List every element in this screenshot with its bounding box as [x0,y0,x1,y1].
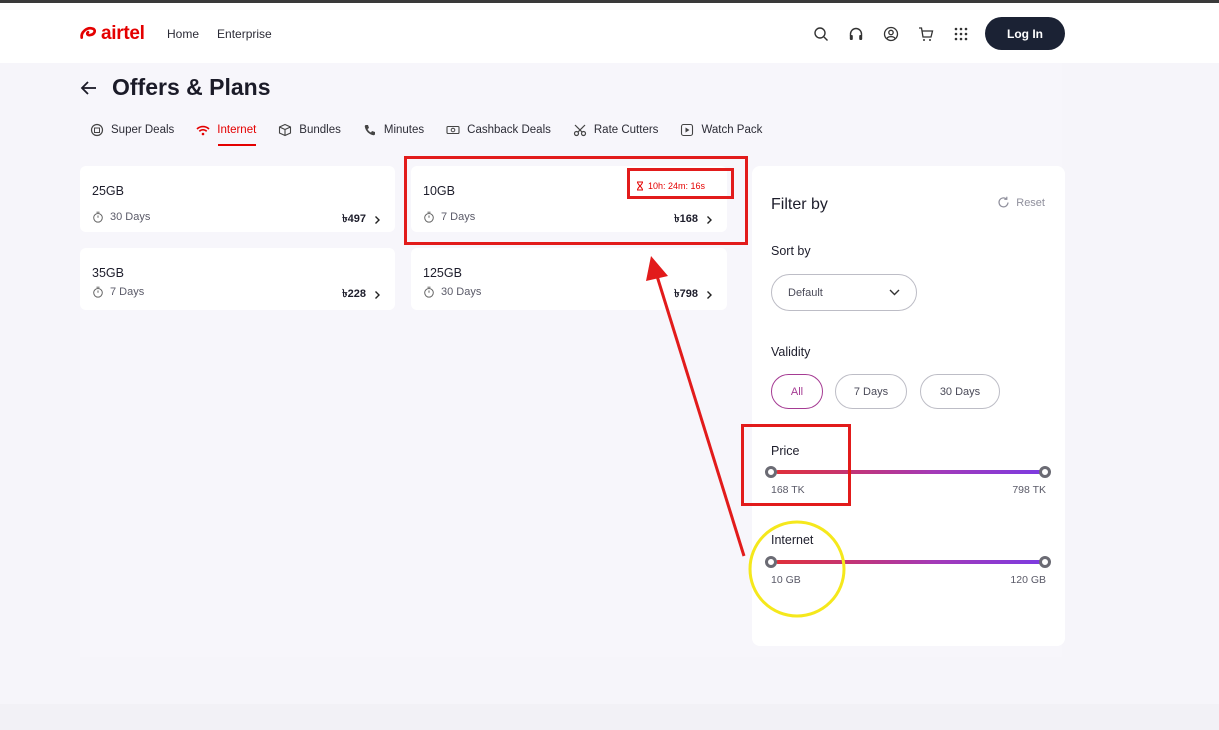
nav-home[interactable]: Home [167,27,199,41]
cash-icon [446,125,460,135]
plan-card-25gb[interactable]: 25GB 30 Days ৳497 [80,166,395,232]
site-header: airtel Home Enterprise Log In [0,3,1219,63]
tab-label: Internet [217,124,257,136]
plan-days: 30 Days [441,286,482,298]
validity-label: Validity [771,345,811,359]
filter-title: Filter by [771,196,828,213]
price-max-value: 798 TK [1012,484,1046,496]
back-arrow-icon[interactable] [80,79,98,97]
tab-label: Bundles [299,124,341,136]
tab-label: Rate Cutters [593,124,659,136]
annotation-box-timer [627,168,734,199]
tab-label: Cashback Deals [467,124,551,136]
page-title: Offers & Plans [112,74,271,100]
plan-days: 30 Days [110,211,151,223]
chevron-right-icon [707,290,712,299]
refresh-icon [998,196,1009,208]
tab-super-deals[interactable]: Super Deals [90,121,174,139]
sort-dropdown[interactable]: Default [771,274,917,311]
plan-volume: 35GB [92,266,124,280]
plan-validity: 30 Days [423,286,481,298]
logo-text: airtel [101,23,145,44]
internet-min-value: 10 GB [771,574,801,586]
scissors-icon [573,124,586,137]
sort-value: Default [788,286,823,299]
validity-option-all[interactable]: All [771,374,823,409]
plan-days: 7 Days [110,286,145,298]
apps-grid-icon[interactable] [952,25,970,43]
stopwatch-icon [424,286,434,298]
stopwatch-icon [93,286,103,298]
tab-watch-pack[interactable]: Watch Pack [680,121,762,139]
tab-bundles[interactable]: Bundles [278,121,341,139]
internet-slider-max-handle[interactable] [1039,556,1051,568]
plan-price: ৳798 [674,285,713,304]
sort-by-label: Sort by [771,244,811,258]
tab-internet[interactable]: Internet [196,121,257,146]
plan-volume: 25GB [92,184,124,198]
internet-max-value: 120 GB [1010,574,1046,586]
page-footer-band [0,704,1219,730]
plan-validity: 30 Days [92,211,150,223]
airtel-logo[interactable]: airtel [79,23,145,45]
main-nav: Home Enterprise [167,27,272,41]
search-icon[interactable] [812,25,830,43]
plan-price-value: ৳228 [342,288,366,300]
annotation-box-price [741,424,851,506]
login-button[interactable]: Log In [985,17,1065,50]
airtel-swoosh-icon [80,26,97,39]
plan-card-35gb[interactable]: 35GB 7 Days ৳228 [80,248,395,310]
validity-option-7-days[interactable]: 7 Days [835,374,907,409]
internet-label: Internet [771,533,814,547]
play-icon [681,123,694,137]
tab-label: Super Deals [111,124,175,136]
plan-price-value: ৳497 [342,213,366,225]
plan-card-125gb[interactable]: 125GB 30 Days ৳798 [411,248,727,310]
chevron-right-icon [375,215,380,224]
internet-slider-min-handle[interactable] [765,556,777,568]
tab-cashback-deals[interactable]: Cashback Deals [446,121,551,139]
package-icon [279,123,292,137]
wifi-icon [196,125,210,136]
plan-volume: 125GB [423,266,462,280]
tab-label: Minutes [383,124,425,136]
reset-label: Reset [1016,196,1045,209]
plan-price-value: ৳798 [674,288,698,300]
headset-icon[interactable] [847,25,865,43]
nav-enterprise[interactable]: Enterprise [217,27,272,41]
plan-price: ৳497 [342,210,381,229]
tab-rate-cutters[interactable]: Rate Cutters [573,121,659,139]
tab-minutes[interactable]: Minutes [363,121,424,139]
chevron-right-icon [375,290,380,299]
category-tabs: Super Deals Internet Bundles Minutes Cas… [90,121,762,146]
price-slider-max-handle[interactable] [1039,466,1051,478]
user-icon[interactable] [882,25,900,43]
plan-price: ৳228 [342,285,381,304]
page-title-row: Offers & Plans [80,74,271,101]
reset-button[interactable]: Reset [997,196,1045,209]
internet-slider-track[interactable] [776,560,1041,564]
filter-panel: Filter by Reset Sort by Default Validity… [752,166,1065,646]
chevron-down-icon [889,289,900,296]
phone-icon [364,125,375,136]
validity-option-30-days[interactable]: 30 Days [920,374,1000,409]
cart-icon[interactable] [917,25,935,43]
header-icons [812,25,970,43]
tab-label: Watch Pack [701,124,763,136]
plan-validity: 7 Days [92,286,144,298]
gift-box-icon [90,123,104,137]
stopwatch-icon [93,211,103,223]
